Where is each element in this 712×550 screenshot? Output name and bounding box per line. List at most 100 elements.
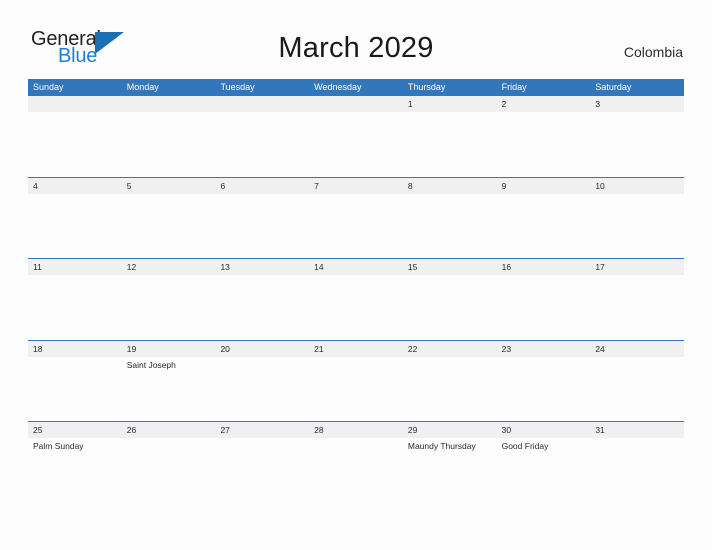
holiday-label: Palm Sunday — [33, 441, 84, 451]
day-cell-25[interactable]: 25 Palm Sunday — [28, 422, 122, 503]
day-number: 14 — [314, 262, 324, 272]
week-day-cells: 1 2 3 — [28, 96, 684, 177]
day-cell-21[interactable]: 21 — [309, 341, 403, 422]
day-cell-8[interactable]: 8 — [403, 178, 497, 259]
holiday-label: Good Friday — [501, 441, 549, 451]
day-cell-29[interactable]: 29 Maundy Thursday — [403, 422, 497, 503]
day-cell-4[interactable]: 4 — [28, 178, 122, 259]
day-cell-11[interactable]: 11 — [28, 259, 122, 340]
day-cell-empty — [28, 96, 122, 177]
weekday-header-monday: Monday — [126, 82, 159, 92]
calendar-week-row: 25 Palm Sunday 26 27 28 29 Maundy Thursday 30 Go… — [28, 421, 684, 503]
day-number — [314, 96, 403, 112]
day-cell-27[interactable]: 27 — [215, 422, 309, 503]
day-number: 15 — [407, 262, 418, 272]
day-number: 16 — [501, 262, 512, 272]
day-number: 28 — [314, 425, 324, 435]
weekday-header-sunday: Sunday — [33, 82, 64, 92]
day-number: 13 — [220, 262, 230, 272]
region-label: Colombia — [623, 44, 683, 60]
week-day-cells: 25 Palm Sunday 26 27 28 29 Maundy Thursday 30 Go… — [28, 422, 684, 503]
weekday-header-saturday: Saturday — [595, 82, 632, 92]
day-events: Palm Sunday — [33, 438, 122, 452]
day-cell-24[interactable]: 24 — [590, 341, 684, 422]
calendar-week-row: 18 19 Saint Joseph 20 21 22 23 24 — [28, 339, 684, 422]
calendar-grid: Sunday Monday Tuesday Wednesday Thursday Frid… — [28, 79, 684, 503]
day-number: 3 — [595, 99, 601, 109]
day-number: 18 — [33, 343, 43, 354]
day-number: 4 — [33, 180, 38, 191]
day-cell-18[interactable]: 18 — [28, 341, 122, 422]
holiday-label: Maundy Thursday — [407, 441, 476, 451]
day-cell-16[interactable]: 16 — [497, 259, 591, 340]
day-cell-13[interactable]: 13 — [215, 259, 309, 340]
weekday-header-row: Sunday Monday Tuesday Wednesday Thursday Frid… — [28, 79, 684, 96]
day-number — [127, 96, 216, 112]
day-number: 8 — [407, 180, 413, 191]
day-number: 11 — [33, 262, 42, 272]
day-number: 6 — [220, 180, 226, 191]
day-number: 5 — [126, 180, 132, 191]
day-number: 23 — [501, 343, 512, 354]
day-number: 29 — [407, 425, 418, 435]
day-number: 24 — [595, 343, 605, 354]
calendar-week-row: 4 5 6 7 8 9 10 — [28, 176, 684, 259]
day-cell-9[interactable]: 9 — [497, 178, 591, 259]
day-number: 21 — [314, 343, 324, 354]
day-number: 2 — [501, 99, 507, 109]
calendar-weeks: 1 2 3 4 5 6 7 8 9 10 11 12 13 14 15 16 17 18 19 Saint Josep… — [28, 96, 684, 503]
day-events: Good Friday — [502, 438, 591, 452]
weekday-header-friday: Friday — [501, 82, 527, 92]
day-number — [220, 96, 309, 112]
calendar-page: General Blue March 2029 Colombia Sunday M… — [0, 0, 712, 550]
day-cell-19[interactable]: 19 Saint Joseph — [122, 341, 216, 422]
week-day-cells: 18 19 Saint Joseph 20 21 22 23 24 — [28, 341, 684, 422]
day-number: 26 — [126, 425, 137, 435]
day-cell-15[interactable]: 15 — [403, 259, 497, 340]
day-cell-empty — [122, 96, 216, 177]
day-number: 30 — [501, 425, 512, 435]
day-cell-28[interactable]: 28 — [309, 422, 403, 503]
day-number: 9 — [501, 180, 507, 191]
page-title: March 2029 — [278, 32, 434, 64]
calendar-week-row: 1 2 3 — [28, 96, 684, 177]
day-events: Maundy Thursday — [408, 438, 497, 452]
day-number: 27 — [220, 425, 230, 435]
day-number: 10 — [595, 180, 605, 191]
day-cell-5[interactable]: 5 — [122, 178, 216, 259]
day-cell-26[interactable]: 26 — [122, 422, 216, 503]
week-day-cells: 4 5 6 7 8 9 10 — [28, 178, 684, 259]
day-cell-17[interactable]: 17 — [590, 259, 684, 340]
day-number: 17 — [595, 262, 605, 272]
holiday-label: Saint Joseph — [126, 359, 176, 370]
day-cell-30[interactable]: 30 Good Friday — [497, 422, 591, 503]
day-cell-12[interactable]: 12 — [122, 259, 216, 340]
day-number: 7 — [314, 180, 319, 191]
day-cell-23[interactable]: 23 — [497, 341, 591, 422]
day-number: 1 — [407, 99, 413, 109]
day-cell-10[interactable]: 10 — [590, 178, 684, 259]
weekday-header-wednesday: Wednesday — [314, 82, 362, 92]
day-cell-3[interactable]: 3 — [590, 96, 684, 177]
day-cell-empty — [309, 96, 403, 177]
day-cell-7[interactable]: 7 — [309, 178, 403, 259]
weekday-header-tuesday: Tuesday — [220, 82, 255, 92]
day-cell-empty — [215, 96, 309, 177]
day-events: Saint Joseph — [127, 357, 216, 371]
day-number: 20 — [220, 343, 230, 354]
day-number: 25 — [33, 425, 43, 435]
day-cell-31[interactable]: 31 — [590, 422, 684, 503]
page-header: General Blue March 2029 Colombia — [0, 0, 712, 76]
day-number: 12 — [126, 262, 137, 272]
day-cell-1[interactable]: 1 — [403, 96, 497, 177]
day-number: 22 — [407, 343, 418, 354]
week-day-cells: 11 12 13 14 15 16 17 — [28, 259, 684, 340]
day-cell-14[interactable]: 14 — [309, 259, 403, 340]
day-number: 31 — [595, 425, 605, 435]
day-cell-6[interactable]: 6 — [215, 178, 309, 259]
day-cell-20[interactable]: 20 — [215, 341, 309, 422]
calendar-week-row: 11 12 13 14 15 16 17 — [28, 258, 684, 340]
day-cell-22[interactable]: 22 — [403, 341, 497, 422]
day-number — [33, 96, 122, 112]
day-cell-2[interactable]: 2 — [497, 96, 591, 177]
